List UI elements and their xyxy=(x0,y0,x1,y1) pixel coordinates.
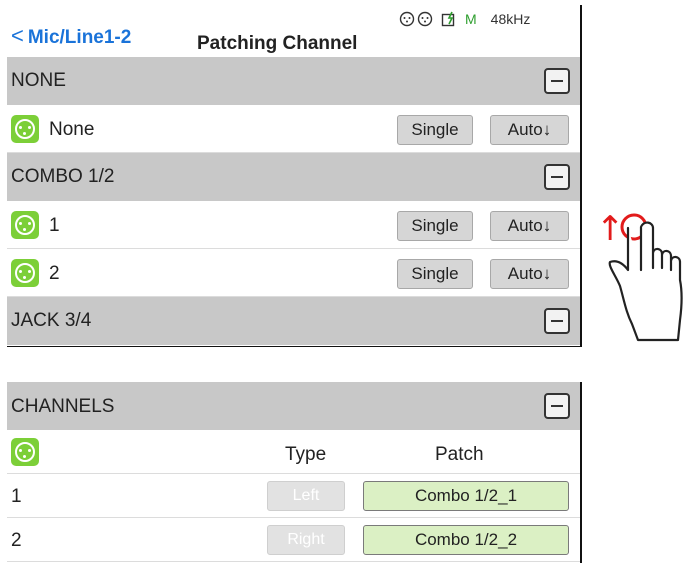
type-button[interactable]: Left xyxy=(267,481,345,511)
mode-indicator: M xyxy=(465,11,477,27)
xlr-icon xyxy=(11,115,39,143)
section-label: JACK 3/4 xyxy=(11,310,92,331)
column-type: Type xyxy=(285,444,327,465)
auto-button[interactable]: Auto↓ xyxy=(490,211,569,241)
list-item: None Single Auto↓ xyxy=(7,105,580,153)
row-label: 1 xyxy=(49,215,60,236)
section-channels: CHANNELS xyxy=(7,382,580,430)
back-label: Mic/Line1-2 xyxy=(27,27,132,48)
chevron-left-icon: < xyxy=(11,23,24,48)
single-button[interactable]: Single xyxy=(397,259,473,289)
channels-panel: CHANNELS Type Patch 1 Left Combo 1/2_1 2… xyxy=(7,382,582,563)
page-title: Patching Channel xyxy=(197,33,358,54)
sample-rate: 48kHz xyxy=(490,11,531,27)
section-label: NONE xyxy=(11,70,66,91)
section-combo-1-2: COMBO 1/2 xyxy=(7,153,580,201)
auto-button[interactable]: Auto↓ xyxy=(490,115,569,145)
section-jack-3-4: JACK 3/4 xyxy=(7,297,580,345)
swipe-arrow: ↑ xyxy=(596,209,625,249)
row-label: None xyxy=(49,119,95,140)
header-bar: < Mic/Line1-2 Patching Channel M 48kHz xyxy=(7,5,580,57)
row-label: 2 xyxy=(49,263,60,284)
back-button[interactable]: < Mic/Line1-2 xyxy=(11,23,131,49)
power-charge-icon xyxy=(441,11,455,27)
xlr-icon xyxy=(11,259,39,287)
xlr-icon xyxy=(11,211,39,239)
collapse-button[interactable] xyxy=(544,164,570,190)
single-button[interactable]: Single xyxy=(397,115,473,145)
list-item: 1 Single Auto↓ xyxy=(7,201,580,249)
section-label: CHANNELS xyxy=(11,396,115,417)
patching-channel-panel: < Mic/Line1-2 Patching Channel M 48kHz NO… xyxy=(7,5,582,347)
single-button[interactable]: Single xyxy=(397,211,473,241)
collapse-button[interactable] xyxy=(544,308,570,334)
channel-number: 2 xyxy=(11,530,22,551)
xlr-status-icon-2 xyxy=(417,11,433,27)
section-label: COMBO 1/2 xyxy=(11,166,115,187)
xlr-icon xyxy=(11,438,39,466)
type-button[interactable]: Right xyxy=(267,525,345,555)
xlr-status-icon xyxy=(399,11,415,27)
channel-number: 1 xyxy=(11,486,22,507)
auto-button[interactable]: Auto↓ xyxy=(490,259,569,289)
section-none: NONE xyxy=(7,57,580,105)
status-bar: M 48kHz xyxy=(399,11,530,27)
patch-button[interactable]: Combo 1/2_2 xyxy=(363,525,569,555)
patch-button[interactable]: Combo 1/2_1 xyxy=(363,481,569,511)
collapse-button[interactable] xyxy=(544,68,570,94)
swipe-up-hand-icon: ↑ xyxy=(596,209,683,342)
table-row: 1 Left Combo 1/2_1 xyxy=(7,474,580,518)
collapse-button[interactable] xyxy=(544,393,570,419)
table-row: 2 Right Combo 1/2_2 xyxy=(7,518,580,562)
column-patch: Patch xyxy=(435,444,484,465)
list-item: 2 Single Auto↓ xyxy=(7,249,580,297)
table-header: Type Patch xyxy=(7,430,580,474)
